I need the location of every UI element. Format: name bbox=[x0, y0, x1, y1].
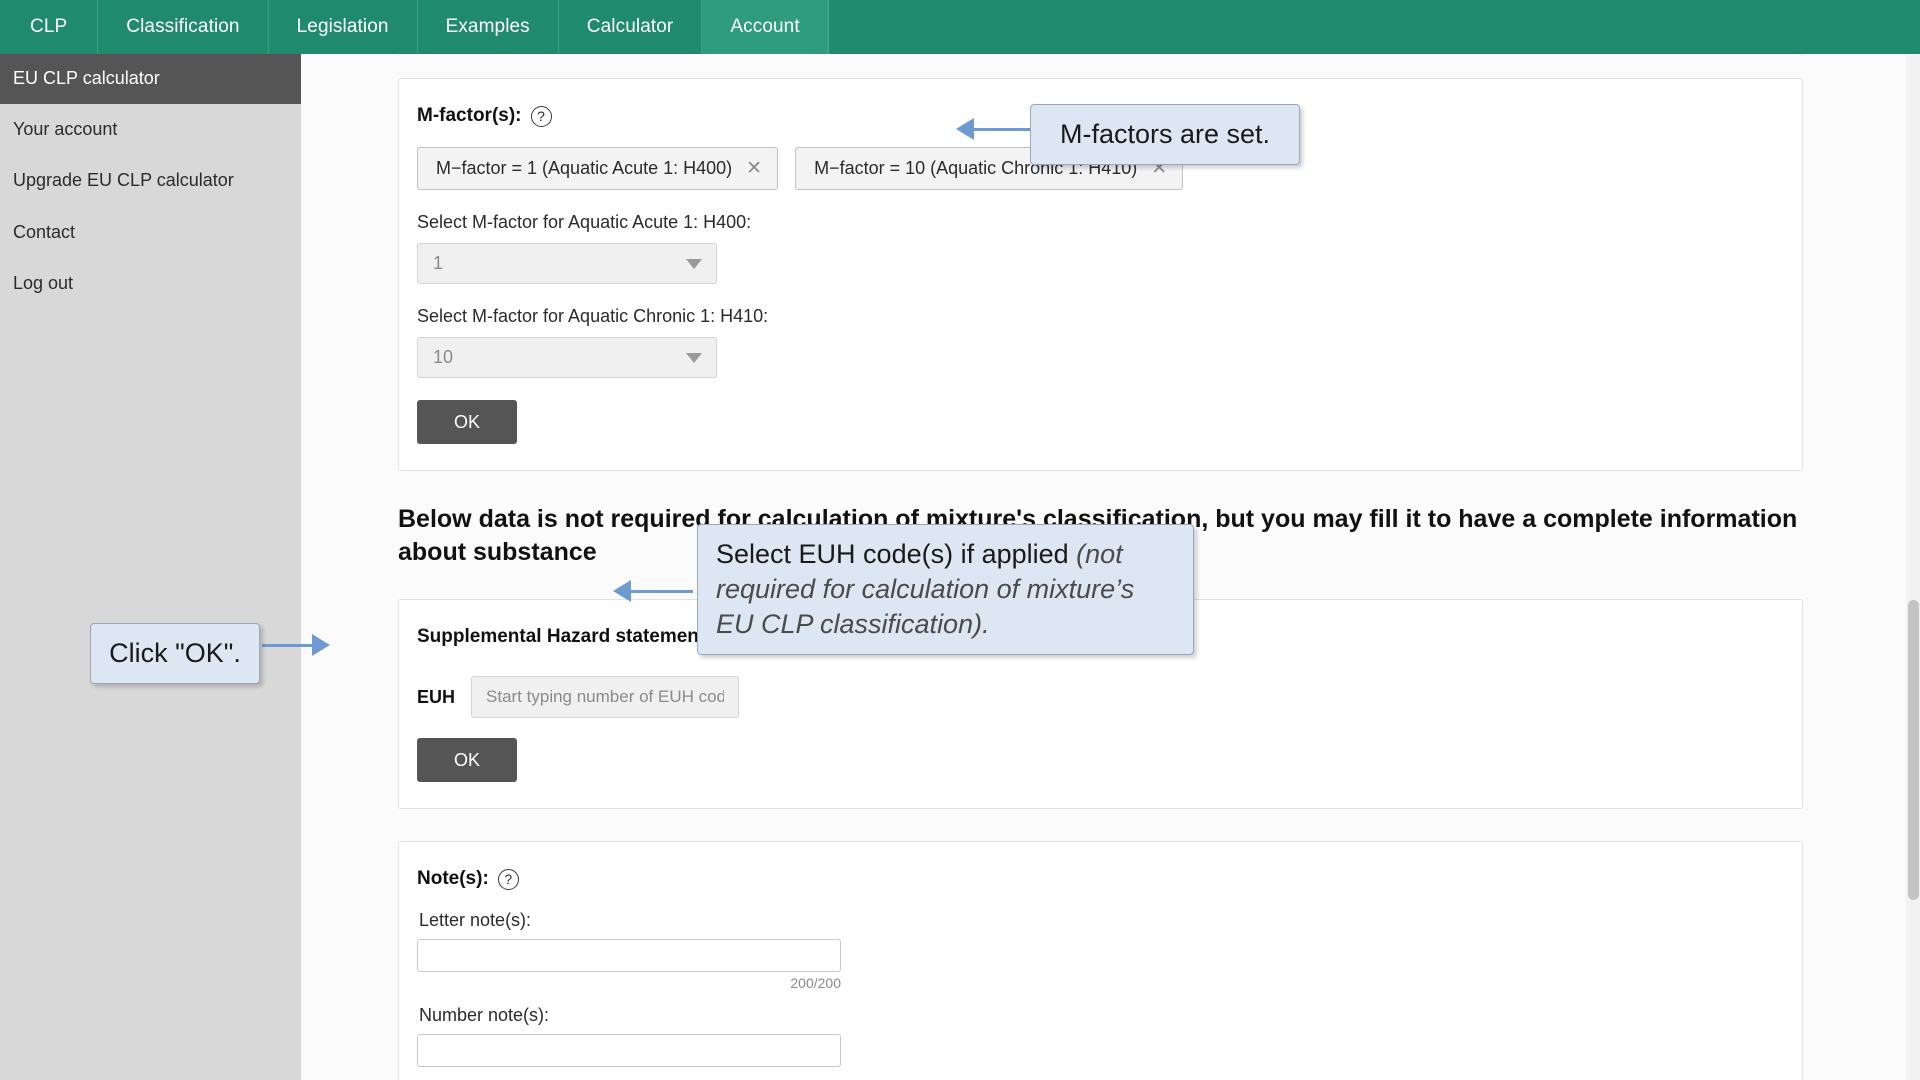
sidebar-item-label: Upgrade EU CLP calculator bbox=[13, 170, 234, 191]
nav-item-legislation[interactable]: Legislation bbox=[269, 0, 418, 54]
sidebar-item-label: EU CLP calculator bbox=[13, 68, 160, 88]
close-icon[interactable]: ✕ bbox=[746, 159, 762, 178]
callout-euh-hint: Select EUH code(s) if applied (not requi… bbox=[697, 524, 1194, 656]
application-window: CLP Classification Legislation Examples … bbox=[0, 0, 1920, 1080]
previous-card-edge bbox=[398, 54, 1803, 56]
mfactor-tag-label: M−factor = 1 (Aquatic Acute 1: H400) bbox=[436, 158, 733, 178]
sidebar-item-label: Log out bbox=[13, 273, 74, 294]
nav-item-label: Examples bbox=[445, 16, 530, 37]
notes-title-row: Note(s): ? bbox=[417, 868, 1784, 890]
callout-text: Click "OK". bbox=[109, 638, 241, 668]
mfactor-acute-value: 1 bbox=[433, 253, 444, 273]
top-navigation-bar: CLP Classification Legislation Examples … bbox=[0, 0, 1920, 54]
scrollbar-thumb[interactable] bbox=[1908, 600, 1919, 900]
sidebar: EU CLP calculator Your account Upgrade E… bbox=[0, 54, 301, 1080]
question-mark-icon[interactable]: ? bbox=[530, 105, 552, 127]
mfactor-chronic-select[interactable]: 10 bbox=[417, 337, 717, 378]
sidebar-item-upgrade-eu-clp-calculator[interactable]: Upgrade EU CLP calculator bbox=[0, 155, 301, 207]
mfactor-chronic-value: 10 bbox=[433, 347, 454, 367]
vertical-scrollbar[interactable] bbox=[1906, 54, 1920, 1080]
euh-ok-button[interactable]: OK bbox=[417, 738, 517, 782]
callout-mfactors-set: M-factors are set. bbox=[1030, 104, 1300, 166]
select-acute-label: Select M-factor for Aquatic Acute 1: H40… bbox=[417, 212, 752, 232]
notes-card: Note(s): ? Letter note(s): 200/200 Numbe… bbox=[398, 841, 1803, 1080]
mfactor-tag[interactable]: M−factor = 1 (Aquatic Acute 1: H400) ✕ bbox=[417, 147, 779, 190]
mfactor-acute-select[interactable]: 1 bbox=[417, 243, 717, 284]
number-notes-label: Number note(s): bbox=[419, 1005, 550, 1025]
letter-notes-input[interactable] bbox=[417, 939, 841, 972]
nav-item-label: Calculator bbox=[586, 16, 674, 37]
callout-arrow-euh bbox=[613, 580, 693, 602]
callout-click-ok: Click "OK". bbox=[90, 623, 260, 685]
nav-item-label: CLP bbox=[30, 16, 68, 37]
nav-item-examples[interactable]: Examples bbox=[418, 0, 559, 54]
euh-input[interactable] bbox=[471, 676, 740, 718]
notes-title: Note(s): bbox=[417, 868, 489, 889]
sidebar-item-label: Your account bbox=[13, 118, 118, 139]
nav-item-label: Classification bbox=[126, 16, 240, 37]
chevron-down-icon bbox=[686, 258, 702, 269]
sidebar-item-eu-clp-calculator[interactable]: EU CLP calculator bbox=[0, 54, 301, 104]
nav-item-label: Legislation bbox=[296, 16, 389, 37]
select-chronic-label: Select M-factor for Aquatic Chronic 1: H… bbox=[417, 306, 769, 326]
mfactor-ok-button[interactable]: OK bbox=[417, 400, 517, 444]
sidebar-item-contact[interactable]: Contact bbox=[0, 207, 301, 259]
nav-item-calculator[interactable]: Calculator bbox=[559, 0, 703, 54]
euh-input-row: EUH bbox=[417, 676, 1784, 718]
callout-arrow-mfactors bbox=[956, 118, 1032, 140]
letter-notes-label: Letter note(s): bbox=[419, 910, 532, 930]
sidebar-item-log-out[interactable]: Log out bbox=[0, 258, 301, 310]
callout-text-plain: Select EUH code(s) if applied bbox=[716, 539, 1077, 569]
question-mark-icon[interactable]: ? bbox=[497, 868, 519, 890]
sidebar-item-your-account[interactable]: Your account bbox=[0, 104, 301, 156]
letter-notes-counter: 200/200 bbox=[790, 975, 841, 991]
number-notes-input[interactable] bbox=[417, 1034, 841, 1067]
nav-item-label: Account bbox=[730, 16, 800, 37]
callout-text: M-factors are set. bbox=[1059, 119, 1271, 149]
mfactor-title: M-factor(s): bbox=[417, 105, 522, 126]
nav-item-clp[interactable]: CLP bbox=[0, 0, 99, 54]
euh-field-tag: EUH bbox=[417, 686, 456, 707]
sidebar-item-label: Contact bbox=[13, 221, 76, 242]
nav-item-account[interactable]: Account bbox=[702, 0, 829, 54]
callout-arrow-ok bbox=[262, 634, 330, 656]
nav-item-classification[interactable]: Classification bbox=[98, 0, 269, 54]
chevron-down-icon bbox=[686, 352, 702, 363]
